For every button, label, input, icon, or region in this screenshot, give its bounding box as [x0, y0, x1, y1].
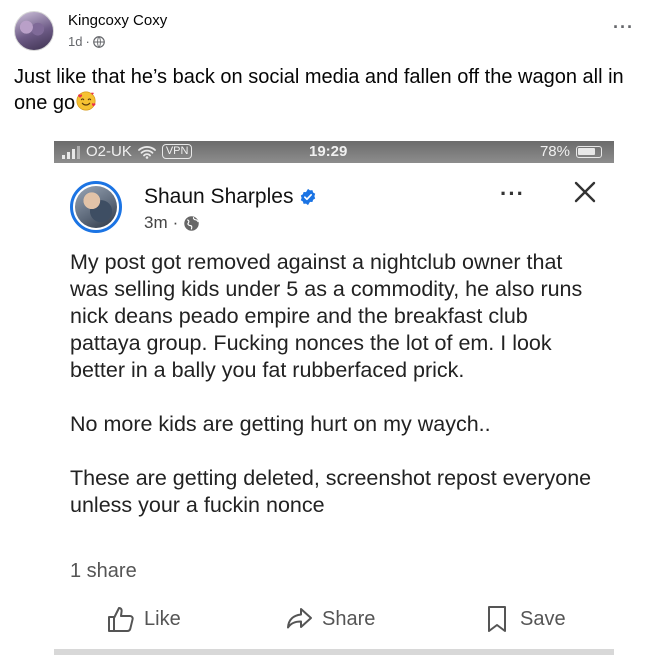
battery-icon — [576, 146, 602, 158]
wifi-icon — [137, 145, 156, 159]
inner-more-icon: ··· — [500, 181, 525, 206]
post-header: Kingcoxy Coxy 1d · ··· — [14, 9, 634, 57]
bookmark-icon — [488, 606, 506, 632]
screenshot-bottom-divider — [54, 649, 614, 655]
status-time: 19:29 — [309, 143, 348, 160]
author-avatar[interactable] — [14, 11, 54, 51]
inner-meta-separator: · — [172, 213, 179, 232]
inner-like-action: Like — [106, 599, 181, 639]
globe-icon — [92, 35, 105, 48]
close-icon — [574, 181, 596, 203]
inner-save-action: Save — [482, 599, 566, 639]
vpn-badge: VPN — [161, 144, 193, 159]
thumbs-up-icon — [108, 607, 134, 632]
inner-author: Shaun Sharples — [144, 185, 317, 209]
meta-separator: · — [85, 34, 90, 49]
phone-status-bar: O2-UK VPN 19:29 78% — [54, 141, 614, 163]
post-meta: 1d · — [68, 34, 105, 49]
signal-icon — [62, 145, 80, 159]
status-left: O2-UK VPN — [62, 143, 193, 160]
verified-badge-icon — [301, 188, 316, 206]
author-name[interactable]: Kingcoxy Coxy — [68, 12, 167, 29]
inner-paragraph: These are getting deleted, screenshot re… — [70, 466, 592, 517]
share-count: 1 share — [70, 560, 137, 582]
inner-post-meta: 3m · — [144, 213, 200, 233]
smiling-face-with-hearts-icon — [76, 91, 96, 111]
inner-post-header: Shaun Sharples 3m · ··· — [70, 173, 600, 233]
inner-post-time: 3m — [144, 213, 168, 232]
share-label: Share — [322, 607, 376, 630]
inner-share-action: Share — [284, 599, 375, 639]
inner-author-name: Shaun Sharples — [144, 185, 294, 208]
inner-action-bar: Like Share Save — [54, 599, 614, 639]
save-label: Save — [520, 607, 566, 630]
post-text: Just like that he’s back on social media… — [14, 64, 634, 116]
globe-icon — [184, 215, 200, 231]
inner-paragraph: No more kids are getting hurt on my wayc… — [70, 412, 491, 436]
carrier-name: O2-UK — [86, 143, 132, 160]
like-label: Like — [144, 607, 181, 630]
shared-screenshot-image[interactable]: O2-UK VPN 19:29 78% Shaun Sharples 3m · — [54, 141, 614, 661]
inner-author-avatar — [70, 181, 122, 233]
share-icon — [287, 608, 312, 629]
inner-post-body: My post got removed against a nightclub … — [70, 249, 600, 519]
post-options-button[interactable]: ··· — [613, 17, 634, 38]
battery-percent: 78% — [539, 143, 570, 160]
post-time[interactable]: 1d — [68, 34, 82, 49]
inner-paragraph: My post got removed against a nightclub … — [70, 250, 583, 382]
post-text-content: Just like that he’s back on social media… — [14, 66, 624, 114]
